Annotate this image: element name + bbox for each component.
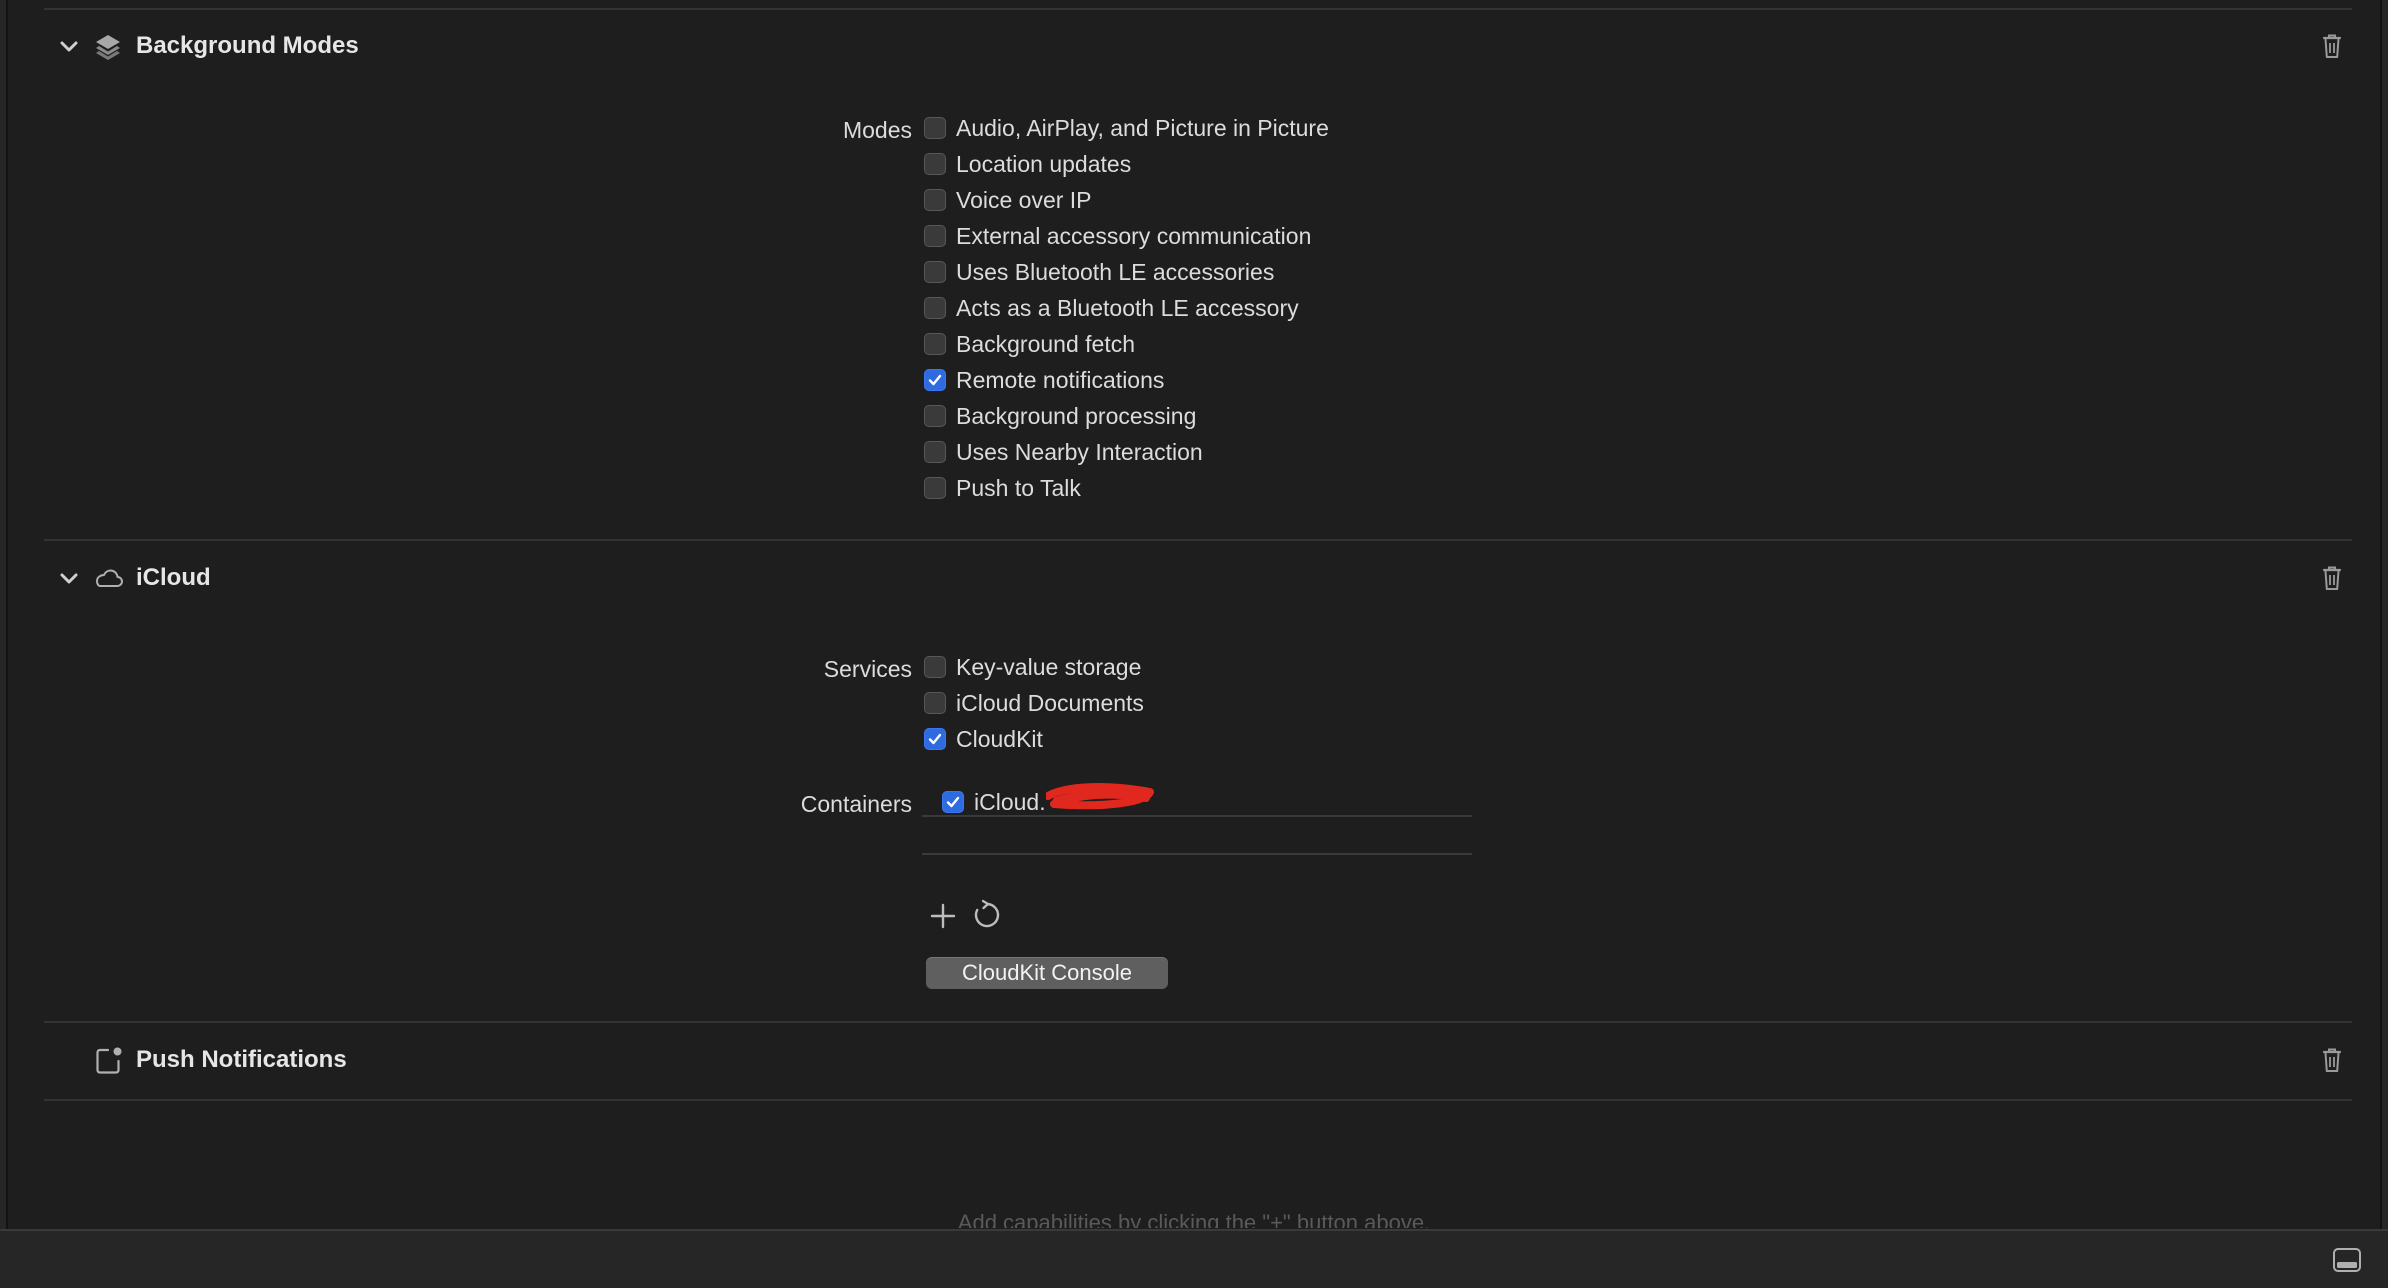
mode-label: Voice over IP — [956, 186, 1092, 213]
mode-checkbox[interactable] — [924, 153, 946, 175]
modes-label: Modes — [842, 117, 912, 143]
mode-row[interactable]: External accessory communication — [924, 218, 1311, 254]
trash-icon[interactable] — [2312, 1040, 2352, 1080]
services-label: Services — [823, 656, 912, 682]
container-row-divider — [922, 815, 1472, 817]
trash-icon[interactable] — [2312, 558, 2352, 598]
chevron-down-icon[interactable] — [56, 566, 82, 592]
mode-label: Location updates — [956, 150, 1132, 177]
icloud-header: iCloud — [44, 540, 2352, 620]
mode-checkbox[interactable] — [924, 477, 946, 499]
mode-row[interactable]: Uses Bluetooth LE accessories — [924, 254, 1274, 290]
section-title-push-notifications: Push Notifications — [136, 1046, 347, 1073]
section-title-background-modes: Background Modes — [136, 32, 359, 59]
cloudkit-console-button[interactable]: CloudKit Console — [926, 957, 1168, 989]
trash-icon[interactable] — [2312, 26, 2352, 66]
mode-row[interactable]: Acts as a Bluetooth LE accessory — [924, 290, 1299, 326]
mode-label: Uses Nearby Interaction — [956, 438, 1203, 465]
add-capabilities-hint: Add capabilities by clicking the "+" but… — [957, 1210, 1431, 1228]
service-checkbox[interactable] — [924, 728, 946, 750]
mode-checkbox[interactable] — [924, 297, 946, 319]
service-label: Key-value storage — [956, 653, 1142, 680]
right-panel-edge — [2380, 0, 2388, 1229]
mode-label: External accessory communication — [956, 222, 1312, 249]
mode-label: Background fetch — [956, 330, 1136, 357]
mode-row[interactable]: Location updates — [924, 146, 1131, 182]
mode-checkbox[interactable] — [924, 261, 946, 283]
mode-checkbox[interactable] — [924, 189, 946, 211]
background-modes-header: Background Modes — [44, 8, 2352, 88]
divider — [44, 1099, 2352, 1101]
service-checkbox[interactable] — [924, 656, 946, 678]
container-checkbox[interactable] — [942, 791, 964, 813]
mode-label: Remote notifications — [956, 366, 1165, 393]
mode-row[interactable]: Background processing — [924, 398, 1196, 434]
bottom-bar — [0, 1229, 2388, 1288]
cloud-icon — [90, 560, 126, 596]
mode-checkbox[interactable] — [924, 405, 946, 427]
container-list-bottom — [922, 853, 1472, 855]
layers-icon — [90, 28, 126, 64]
left-panel-edge — [0, 0, 8, 1229]
mode-label: Audio, AirPlay, and Picture in Picture — [956, 114, 1329, 141]
containers-label: Containers — [800, 791, 912, 817]
service-checkbox[interactable] — [924, 692, 946, 714]
mode-label: Acts as a Bluetooth LE accessory — [956, 294, 1299, 321]
mode-row[interactable]: Push to Talk — [924, 470, 1081, 506]
service-label: CloudKit — [956, 725, 1043, 752]
mode-label: Background processing — [956, 402, 1197, 429]
service-row[interactable]: CloudKit — [924, 721, 1043, 757]
mode-row[interactable]: Audio, AirPlay, and Picture in Picture — [924, 110, 1329, 146]
mode-checkbox[interactable] — [924, 333, 946, 355]
push-notifications-header: Push Notifications — [44, 1022, 2352, 1102]
mode-checkbox[interactable] — [924, 369, 946, 391]
service-label: iCloud Documents — [956, 689, 1144, 716]
mode-label: Push to Talk — [956, 474, 1081, 501]
mode-checkbox[interactable] — [924, 441, 946, 463]
refresh-icon[interactable] — [968, 896, 1006, 934]
mode-label: Uses Bluetooth LE accessories — [956, 258, 1275, 285]
panel-toggle-icon[interactable] — [2332, 1247, 2362, 1273]
service-row[interactable]: iCloud Documents — [924, 685, 1144, 721]
mode-checkbox[interactable] — [924, 225, 946, 247]
mode-checkbox[interactable] — [924, 117, 946, 139]
mode-row[interactable]: Background fetch — [924, 326, 1135, 362]
service-row[interactable]: Key-value storage — [924, 649, 1141, 685]
chevron-down-icon[interactable] — [56, 34, 82, 60]
redaction-scribble — [1046, 783, 1154, 810]
section-title-icloud: iCloud — [136, 564, 211, 591]
mode-row[interactable]: Voice over IP — [924, 182, 1092, 218]
add-container-icon[interactable] — [924, 897, 962, 935]
mode-row[interactable]: Uses Nearby Interaction — [924, 434, 1203, 470]
container-identifier: iCloud. — [974, 788, 1046, 815]
mode-row[interactable]: Remote notifications — [924, 362, 1164, 398]
notification-badge-icon — [90, 1042, 126, 1078]
